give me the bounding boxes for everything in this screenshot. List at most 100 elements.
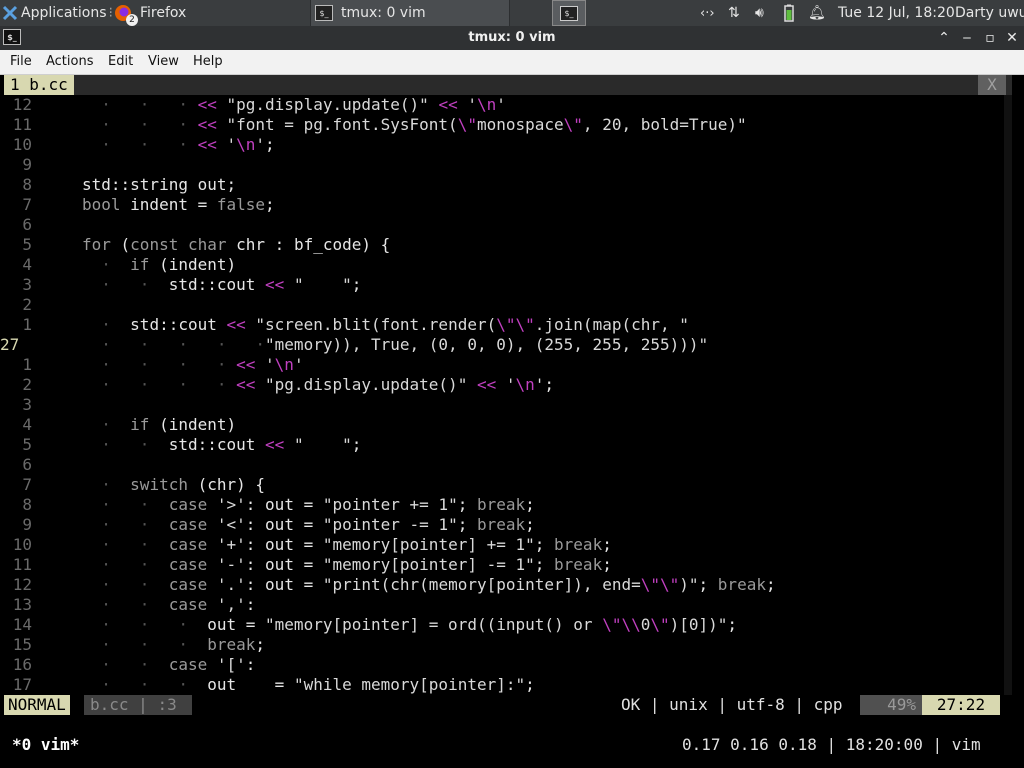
code-line[interactable]: 12 · · case '.': out = "print(chr(memory… bbox=[4, 575, 1004, 595]
code-text: · std::cout << "screen.blit(font.render(… bbox=[82, 315, 689, 334]
code-text: · · · out = "while memory[pointer]:"; bbox=[82, 675, 535, 694]
menubar: File Actions Edit View Help bbox=[0, 50, 1024, 75]
code-text: · · case '<': out = "pointer -= 1"; brea… bbox=[82, 515, 535, 534]
line-number: 1 bbox=[22, 315, 32, 334]
code-line[interactable]: 8 · · case '>': out = "pointer += 1"; br… bbox=[4, 495, 1004, 515]
code-text: · if (indent) bbox=[82, 415, 237, 434]
line-number: 1 bbox=[22, 355, 32, 374]
code-line[interactable]: 16 · · case '[': bbox=[4, 655, 1004, 675]
user-menu[interactable]: Darty uwu bbox=[955, 0, 1024, 26]
line-number: 2 bbox=[22, 375, 32, 394]
code-line[interactable]: 3 bbox=[4, 395, 1004, 415]
code-text: for (const char chr : bf_code) { bbox=[82, 235, 391, 254]
code-line[interactable]: 3 · · std::cout << " "; bbox=[4, 275, 1004, 295]
vim-tab-close-button[interactable]: X bbox=[978, 75, 1006, 95]
code-line[interactable]: 1 · std::cout << "screen.blit(font.rende… bbox=[4, 315, 1004, 335]
code-line[interactable]: 27 · · · · ·"memory)), True, (0, 0, 0), … bbox=[0, 335, 1004, 355]
code-text: · · · out = "memory[pointer] = ord((inpu… bbox=[82, 615, 738, 634]
vim-status-sep: | bbox=[138, 695, 148, 714]
applications-label: Applications bbox=[21, 5, 107, 21]
code-line[interactable]: 17 · · · out = "while memory[pointer]:"; bbox=[4, 675, 1004, 695]
vim-tabline: 1 b.cc X bbox=[4, 75, 1012, 95]
clock[interactable]: Tue 12 Jul, 18:20 bbox=[838, 0, 955, 26]
vim-mode: NORMAL bbox=[4, 695, 70, 715]
line-number: 2 bbox=[22, 295, 32, 314]
code-line[interactable]: 9 bbox=[4, 155, 1004, 175]
tmux-window[interactable]: *0 vim* bbox=[12, 735, 79, 755]
vim-status-file-segment: b.cc | :3 bbox=[84, 695, 192, 715]
menu-view[interactable]: View bbox=[148, 54, 179, 69]
code-text: · · case '[': bbox=[82, 655, 256, 674]
battery-icon[interactable] bbox=[783, 0, 795, 26]
code-line[interactable]: 4 · if (indent) bbox=[4, 255, 1004, 275]
menu-actions[interactable]: Actions bbox=[46, 54, 94, 69]
code-text: · · case '-': out = "memory[pointer] -= … bbox=[82, 555, 612, 574]
line-number: 12 bbox=[12, 95, 32, 114]
code-line[interactable]: 2 bbox=[4, 295, 1004, 315]
code-line[interactable]: 2 · · · · << "pg.display.update()" << '\… bbox=[4, 375, 1004, 395]
line-number: 5 bbox=[22, 235, 32, 254]
notification-bell-icon[interactable]: 🔔︎ bbox=[808, 0, 826, 26]
code-text: · · std::cout << " "; bbox=[82, 275, 362, 294]
code-text: std::string out; bbox=[82, 175, 237, 194]
vim-status-percent: 49% bbox=[860, 695, 922, 715]
code-line[interactable]: 9 · · case '<': out = "pointer -= 1"; br… bbox=[4, 515, 1004, 535]
scrollbar[interactable] bbox=[1004, 95, 1012, 695]
window-title: tmux: 0 vim bbox=[468, 30, 556, 45]
line-number: 10 bbox=[12, 135, 32, 154]
firefox-launcher[interactable]: 2 Firefox bbox=[112, 0, 186, 26]
line-number: 11 bbox=[12, 115, 32, 134]
line-number: 15 bbox=[12, 635, 32, 654]
transfer-icon[interactable]: ⇅ bbox=[728, 0, 740, 26]
code-text: · · · break; bbox=[82, 635, 266, 654]
network-icon[interactable]: ‹·› bbox=[700, 0, 715, 26]
code-text: bool indent = false; bbox=[82, 195, 275, 214]
code-line[interactable]: 7 bool indent = false; bbox=[4, 195, 1004, 215]
line-number: 17 bbox=[12, 675, 32, 694]
line-number: 4 bbox=[22, 255, 32, 274]
workspace-switcher[interactable]: $_ bbox=[552, 0, 586, 26]
applications-menu-button[interactable]: Applications ⁝ bbox=[2, 0, 113, 26]
line-number: 14 bbox=[12, 615, 32, 634]
code-line[interactable]: 11 · · case '-': out = "memory[pointer] … bbox=[4, 555, 1004, 575]
code-line[interactable]: 11 · · · << "font = pg.font.SysFont(\"mo… bbox=[4, 115, 1004, 135]
code-line[interactable]: 8 std::string out; bbox=[4, 175, 1004, 195]
code-line[interactable]: 5 for (const char chr : bf_code) { bbox=[4, 235, 1004, 255]
code-line[interactable]: 6 bbox=[4, 455, 1004, 475]
line-number: 7 bbox=[22, 195, 32, 214]
code-line[interactable]: 1 · · · · << '\n' bbox=[4, 355, 1004, 375]
code-line[interactable]: 15 · · · break; bbox=[4, 635, 1004, 655]
tmux-statusbar: *0 vim* 0.17 0.16 0.18 | 18:20:00 | vim bbox=[4, 735, 1012, 755]
terminal-workspace-icon: $_ bbox=[560, 5, 578, 21]
firefox-badge: 2 bbox=[126, 14, 138, 26]
code-line[interactable]: 14 · · · out = "memory[pointer] = ord((i… bbox=[4, 615, 1004, 635]
line-number: 27 bbox=[0, 335, 20, 354]
vim-status-position: 27:22 bbox=[922, 695, 1000, 715]
code-line[interactable]: 6 bbox=[4, 215, 1004, 235]
code-line[interactable]: 10 · · case '+': out = "memory[pointer] … bbox=[4, 535, 1004, 555]
code-line[interactable]: 10 · · · << '\n'; bbox=[4, 135, 1004, 155]
xfce-logo-icon bbox=[2, 5, 18, 21]
code-line[interactable]: 13 · · case ',': bbox=[4, 595, 1004, 615]
code-line[interactable]: 5 · · std::cout << " "; bbox=[4, 435, 1004, 455]
window-maximize-up-icon[interactable]: ⌃ bbox=[935, 29, 953, 47]
window-close-icon[interactable]: ✕ bbox=[1003, 29, 1021, 47]
terminal-area[interactable]: 1 b.cc X 12 · · · << "pg.display.update(… bbox=[0, 75, 1012, 768]
volume-icon[interactable]: 🔊︎ bbox=[755, 0, 764, 26]
code-text: · · case '+': out = "memory[pointer] += … bbox=[82, 535, 612, 554]
taskbar-item-tmux[interactable]: $_ tmux: 0 vim bbox=[310, 0, 510, 26]
code-line[interactable]: 12 · · · << "pg.display.update()" << '\n… bbox=[4, 95, 1004, 115]
firefox-label: Firefox bbox=[140, 5, 187, 21]
code-line[interactable]: 4 · if (indent) bbox=[4, 415, 1004, 435]
code-text: · · · · ·"memory)), True, (0, 0, 0), (25… bbox=[82, 335, 709, 354]
menu-help[interactable]: Help bbox=[193, 54, 223, 69]
line-number: 5 bbox=[22, 435, 32, 454]
vim-tab-b-cc[interactable]: 1 b.cc bbox=[4, 75, 74, 95]
menu-file[interactable]: File bbox=[10, 54, 32, 69]
window-minimize-icon[interactable]: ‒ bbox=[958, 29, 976, 47]
code-line[interactable]: 7 · switch (chr) { bbox=[4, 475, 1004, 495]
vim-status-pos-short: :3 bbox=[157, 695, 177, 714]
menu-edit[interactable]: Edit bbox=[108, 54, 133, 69]
window-maximize-icon[interactable]: ▫ bbox=[981, 29, 999, 47]
window-titlebar[interactable]: $_ tmux: 0 vim ⌃ ‒ ▫ ✕ bbox=[0, 26, 1024, 50]
